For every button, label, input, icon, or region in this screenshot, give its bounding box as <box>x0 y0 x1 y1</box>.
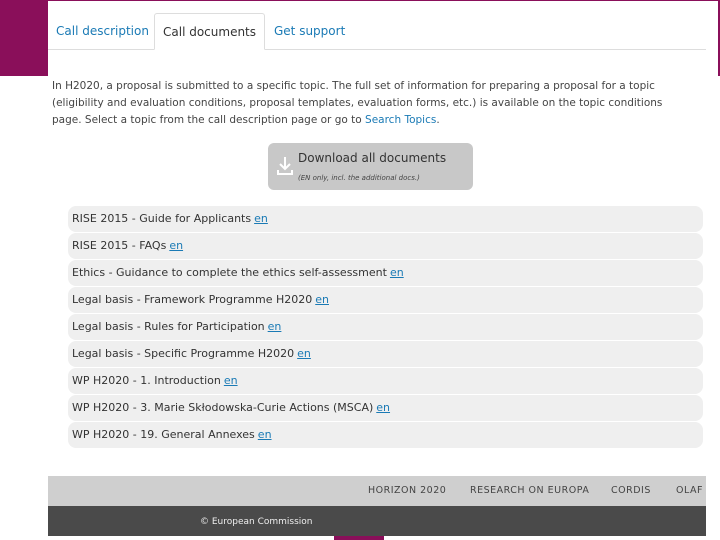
document-lang-link[interactable]: en <box>390 266 404 279</box>
document-lang-link[interactable]: en <box>297 347 311 360</box>
document-name: RISE 2015 - Guide for Applicants <box>72 212 252 225</box>
document-item: Ethics - Guidance to complete the ethics… <box>68 260 703 286</box>
document-lang-link[interactable]: en <box>268 320 282 333</box>
footer-bottom: © European Commission <box>48 506 706 536</box>
footer-link-horizon-2020[interactable]: HORIZON 2020 <box>368 485 446 496</box>
tab-get-support[interactable]: Get support <box>266 13 353 49</box>
document-lang-link[interactable]: en <box>224 374 238 387</box>
copyright-text: © European Commission <box>200 517 313 527</box>
search-topics-link[interactable]: Search Topics <box>365 114 436 126</box>
download-icon <box>277 157 293 175</box>
document-name: RISE 2015 - FAQs <box>72 239 167 252</box>
document-list: RISE 2015 - Guide for Applicants en RISE … <box>68 206 703 449</box>
document-name: Legal basis - Framework Programme H2020 <box>72 293 313 306</box>
document-lang-link[interactable]: en <box>315 293 329 306</box>
footer-accent <box>334 536 384 540</box>
footer-link-research-on-europa[interactable]: RESEARCH ON EUROPA <box>470 485 589 496</box>
download-title: Download all documents <box>298 151 447 165</box>
intro-end: . <box>436 114 440 126</box>
document-item: RISE 2015 - FAQs en <box>68 233 703 259</box>
download-all-button[interactable]: Download all documents (EN only, incl. t… <box>268 143 473 190</box>
document-name: WP H2020 - 3. Marie Skłodowska-Curie Act… <box>72 401 374 414</box>
intro-text: In H2020, a proposal is submitted to a s… <box>52 80 663 126</box>
document-lang-link[interactable]: en <box>258 428 272 441</box>
document-lang-link[interactable]: en <box>254 212 268 225</box>
document-name: WP H2020 - 1. Introduction <box>72 374 221 387</box>
document-item: RISE 2015 - Guide for Applicants en <box>68 206 703 232</box>
footer-nav: HORIZON 2020 RESEARCH ON EUROPA CORDIS O… <box>48 476 706 506</box>
document-lang-link[interactable]: en <box>169 239 183 252</box>
document-lang-link[interactable]: en <box>376 401 390 414</box>
tab-call-description[interactable]: Call description <box>48 13 157 49</box>
document-name: Legal basis - Specific Programme H2020 <box>72 347 295 360</box>
document-item: WP H2020 - 19. General Annexes en <box>68 422 703 448</box>
document-name: Legal basis - Rules for Participation <box>72 320 265 333</box>
brand-accent-bar <box>0 0 48 76</box>
download-subtitle: (EN only, incl. the additional docs.) <box>298 174 420 182</box>
document-name: Ethics - Guidance to complete the ethics… <box>72 266 387 279</box>
footer-link-cordis[interactable]: CORDIS <box>611 485 651 496</box>
document-name: WP H2020 - 19. General Annexes <box>72 428 255 441</box>
tab-call-documents[interactable]: Call documents <box>154 13 266 50</box>
document-item: Legal basis - Specific Programme H2020 en <box>68 341 703 367</box>
document-item: WP H2020 - 3. Marie Skłodowska-Curie Act… <box>68 395 703 421</box>
document-item: Legal basis - Rules for Participation en <box>68 314 703 340</box>
document-item: WP H2020 - 1. Introduction en <box>68 368 703 394</box>
tab-bar: Call description Call documents Get supp… <box>48 13 706 50</box>
footer-link-olaf[interactable]: OLAF <box>676 485 703 496</box>
intro-paragraph: In H2020, a proposal is submitted to a s… <box>52 78 692 129</box>
document-item: Legal basis - Framework Programme H2020 e… <box>68 287 703 313</box>
top-accent-line <box>48 0 720 1</box>
